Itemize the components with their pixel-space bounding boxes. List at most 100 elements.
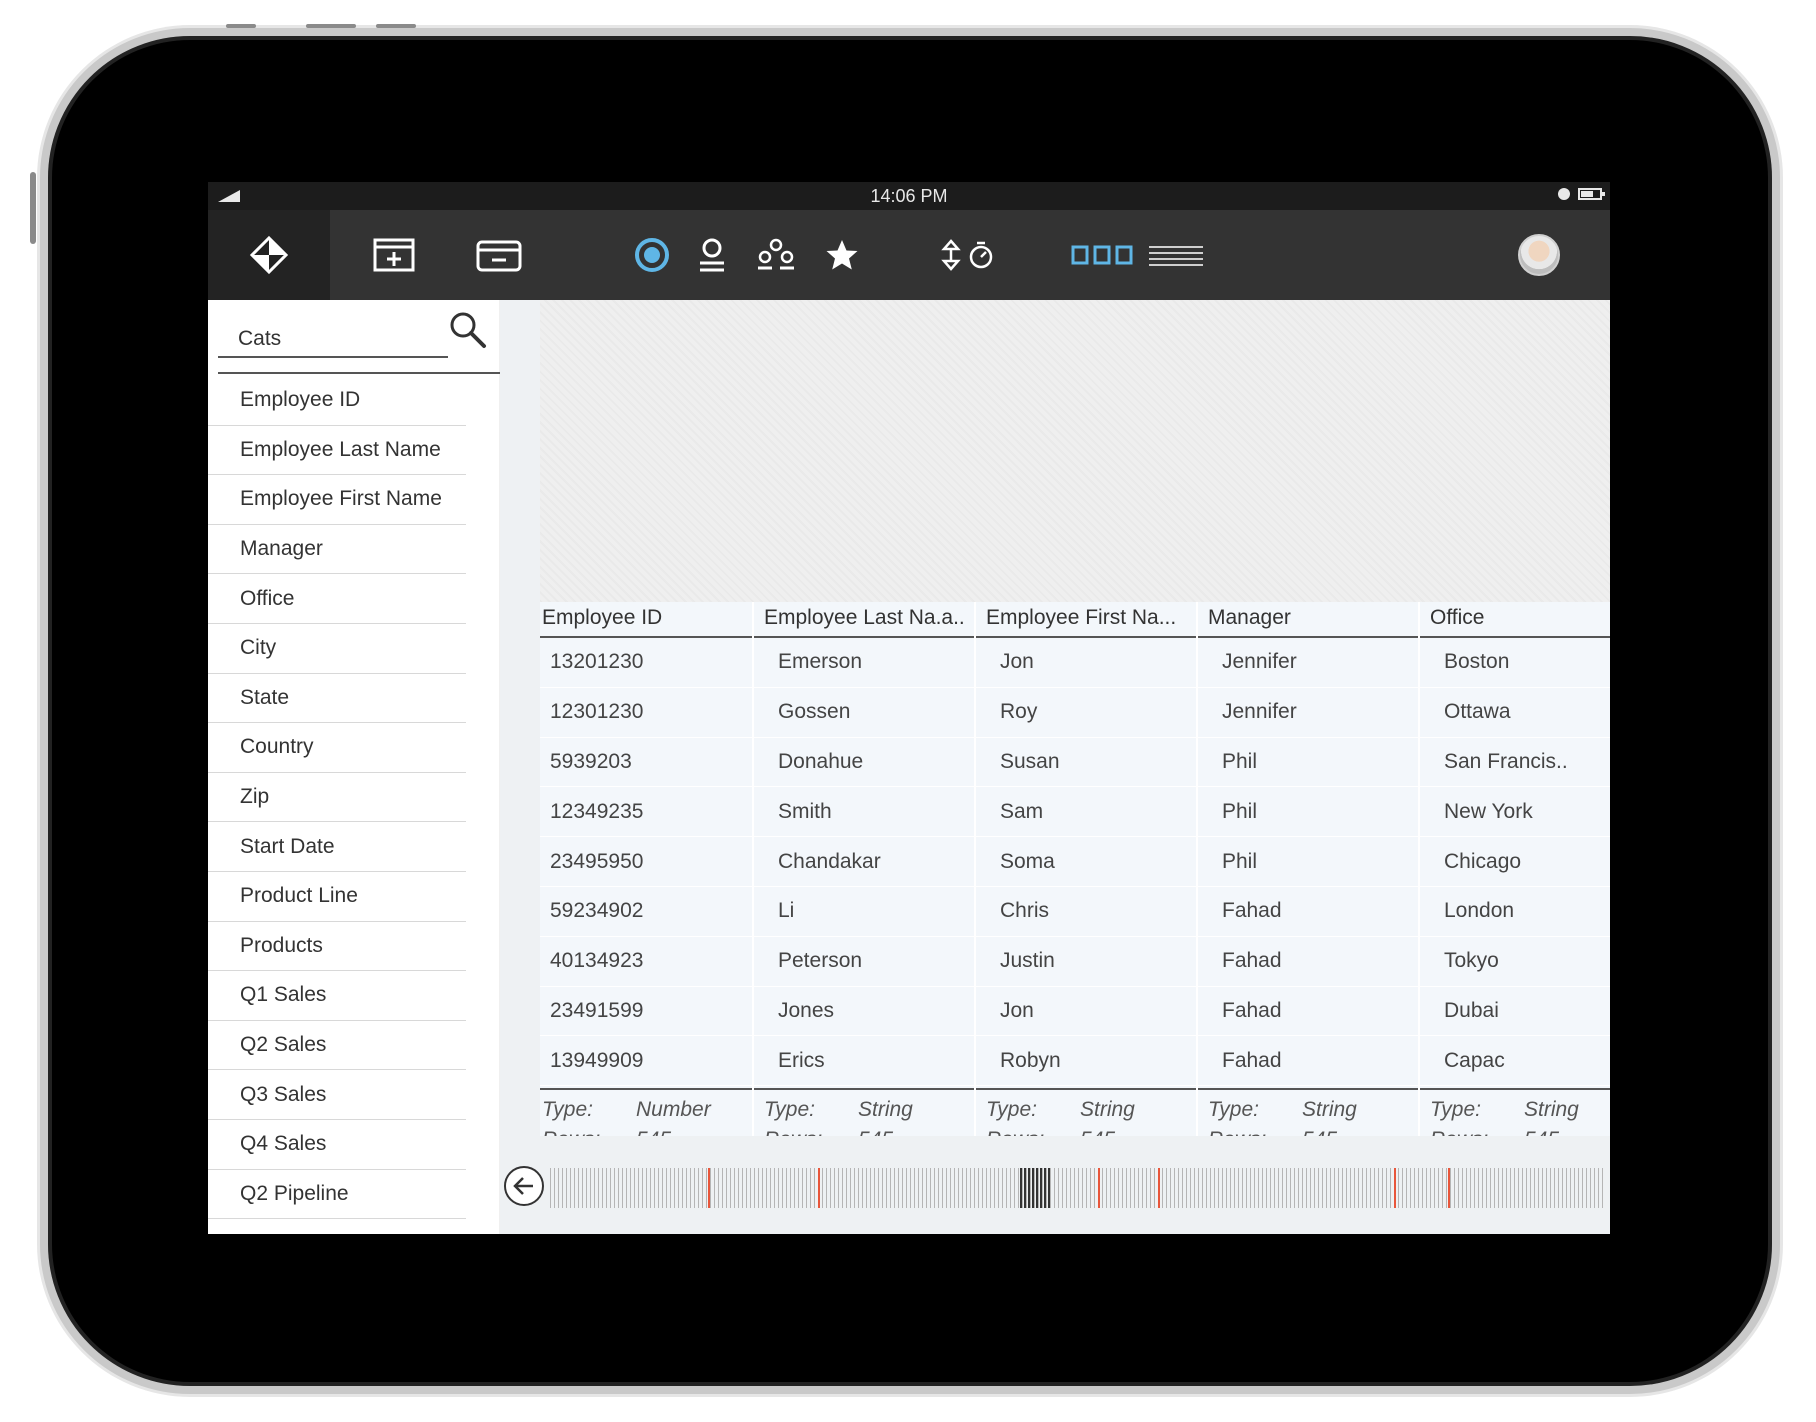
table-cell[interactable]: Emerson xyxy=(754,638,974,688)
target-icon xyxy=(635,238,669,272)
field-item-state[interactable]: State xyxy=(208,674,466,724)
table-cell[interactable]: Phil xyxy=(1198,837,1418,887)
scroll-minimap[interactable] xyxy=(550,1168,1604,1208)
table-cell[interactable]: Susan xyxy=(976,738,1196,788)
rows-label: Rows: xyxy=(754,1128,858,1136)
field-item-employee-last-name[interactable]: Employee Last Name xyxy=(208,426,466,476)
field-item-q3-sales[interactable]: Q3 Sales xyxy=(208,1070,466,1120)
table-cell[interactable]: Gossen xyxy=(754,688,974,738)
column-header[interactable]: Employee Last Na.a.. xyxy=(754,602,974,638)
field-item-city[interactable]: City xyxy=(208,624,466,674)
table-cell[interactable]: Boston xyxy=(1420,638,1610,688)
list-view-icon xyxy=(1149,246,1203,266)
field-item-q2-pipeline[interactable]: Q2 Pipeline xyxy=(208,1170,466,1220)
field-item-start-date[interactable]: Start Date xyxy=(208,822,466,872)
minimap-marker xyxy=(1098,1168,1100,1208)
table-cell[interactable]: 59234902 xyxy=(540,887,752,937)
table-cell[interactable]: Chandakar xyxy=(754,837,974,887)
timer-icon xyxy=(969,241,993,269)
column-header[interactable]: Employee ID xyxy=(540,602,752,638)
table-cell[interactable]: Tokyo xyxy=(1420,937,1610,987)
grid-column-employee-last-name: Employee Last Na.a.. Emerson Gossen Dona… xyxy=(754,602,976,1136)
grid-column-office: Office Boston Ottawa San Francis.. New Y… xyxy=(1420,602,1610,1136)
table-cell[interactable]: 12349235 xyxy=(540,787,752,838)
columns-view-button[interactable] xyxy=(1070,210,1134,300)
field-item-q2-sales[interactable]: Q2 Sales xyxy=(208,1021,466,1071)
sort-button[interactable] xyxy=(938,210,964,300)
field-item-employee-id[interactable]: Employee ID xyxy=(208,376,466,426)
table-cell[interactable]: Fahad xyxy=(1198,937,1418,987)
favorite-button[interactable] xyxy=(822,210,862,300)
remove-panel-button[interactable] xyxy=(474,210,524,300)
timer-button[interactable] xyxy=(966,210,996,300)
field-item-q1-sales[interactable]: Q1 Sales xyxy=(208,971,466,1021)
table-cell[interactable]: Robyn xyxy=(976,1036,1196,1087)
field-item-zip[interactable]: Zip xyxy=(208,773,466,823)
table-cell[interactable]: Capac xyxy=(1420,1036,1610,1087)
table-cell[interactable]: Chris xyxy=(976,887,1196,937)
table-cell[interactable]: Fahad xyxy=(1198,887,1418,937)
table-cell[interactable]: Donahue xyxy=(754,738,974,788)
table-cell[interactable]: Chicago xyxy=(1420,837,1610,887)
table-cell[interactable]: Sam xyxy=(976,787,1196,838)
table-cell[interactable]: Fahad xyxy=(1198,1036,1418,1087)
avatar[interactable] xyxy=(1518,234,1560,276)
grid-column-employee-id: Employee ID 13201230 12301230 5939203 12… xyxy=(540,602,754,1136)
field-item-country[interactable]: Country xyxy=(208,723,466,773)
type-value: String xyxy=(858,1098,913,1121)
table-cell[interactable]: 23491599 xyxy=(540,987,752,1037)
column-summary: Type: String Rows:545 xyxy=(754,1088,974,1136)
table-cell[interactable]: Ottawa xyxy=(1420,688,1610,738)
table-cell[interactable]: Erics xyxy=(754,1036,974,1087)
field-item-q4-sales[interactable]: Q4 Sales xyxy=(208,1120,466,1170)
table-cell[interactable]: 12301230 xyxy=(540,688,752,738)
field-item-employee-first-name[interactable]: Employee First Name xyxy=(208,475,466,525)
table-cell[interactable]: 5939203 xyxy=(540,738,752,788)
search-input[interactable] xyxy=(238,326,438,352)
volume-button xyxy=(30,172,36,244)
search-button[interactable] xyxy=(448,310,488,355)
battery-icon xyxy=(1578,188,1605,200)
column-header[interactable]: Employee First Na... xyxy=(976,602,1196,638)
add-panel-button[interactable] xyxy=(370,210,418,300)
table-cell[interactable]: Peterson xyxy=(754,937,974,987)
table-cell[interactable]: Li xyxy=(754,887,974,937)
table-cell[interactable]: Jennifer xyxy=(1198,688,1418,738)
table-cell[interactable]: Dubai xyxy=(1420,987,1610,1037)
table-cell[interactable]: Justin xyxy=(976,937,1196,987)
table-cell[interactable]: 40134923 xyxy=(540,937,752,987)
visualization-canvas[interactable] xyxy=(540,300,1610,602)
target-button[interactable] xyxy=(632,210,672,300)
table-cell[interactable]: New York xyxy=(1420,787,1610,838)
table-cell[interactable]: Jones xyxy=(754,987,974,1037)
table-cell[interactable]: 13949909 xyxy=(540,1036,752,1087)
field-item-product-line[interactable]: Product Line xyxy=(208,872,466,922)
column-header[interactable]: Manager xyxy=(1198,602,1418,638)
table-cell[interactable]: Roy xyxy=(976,688,1196,738)
field-item-office[interactable]: Office xyxy=(208,574,466,624)
field-item-products[interactable]: Products xyxy=(208,922,466,972)
table-cell[interactable]: Phil xyxy=(1198,738,1418,788)
table-cell[interactable]: London xyxy=(1420,887,1610,937)
search-icon xyxy=(450,312,486,348)
field-list: Employee ID Employee Last Name Employee … xyxy=(208,376,466,1220)
field-item-manager[interactable]: Manager xyxy=(208,525,466,575)
table-cell[interactable]: 23495950 xyxy=(540,837,752,887)
table-cell[interactable]: Jon xyxy=(976,638,1196,688)
back-button[interactable] xyxy=(504,1166,544,1206)
table-cell[interactable]: Jon xyxy=(976,987,1196,1037)
top-button xyxy=(306,24,356,28)
table-cell[interactable]: Soma xyxy=(976,837,1196,887)
table-cell[interactable]: Phil xyxy=(1198,787,1418,838)
list-view-button[interactable] xyxy=(1148,210,1204,300)
table-cell[interactable]: San Francis.. xyxy=(1420,738,1610,788)
table-cell[interactable]: Smith xyxy=(754,787,974,838)
user-button[interactable] xyxy=(692,210,732,300)
group-button[interactable] xyxy=(754,210,798,300)
table-cell[interactable]: 13201230 xyxy=(540,638,752,688)
table-cell[interactable]: Fahad xyxy=(1198,987,1418,1037)
home-button[interactable] xyxy=(208,210,330,300)
minimap-marker xyxy=(1448,1168,1450,1208)
column-header[interactable]: Office xyxy=(1420,602,1610,638)
table-cell[interactable]: Jennifer xyxy=(1198,638,1418,688)
